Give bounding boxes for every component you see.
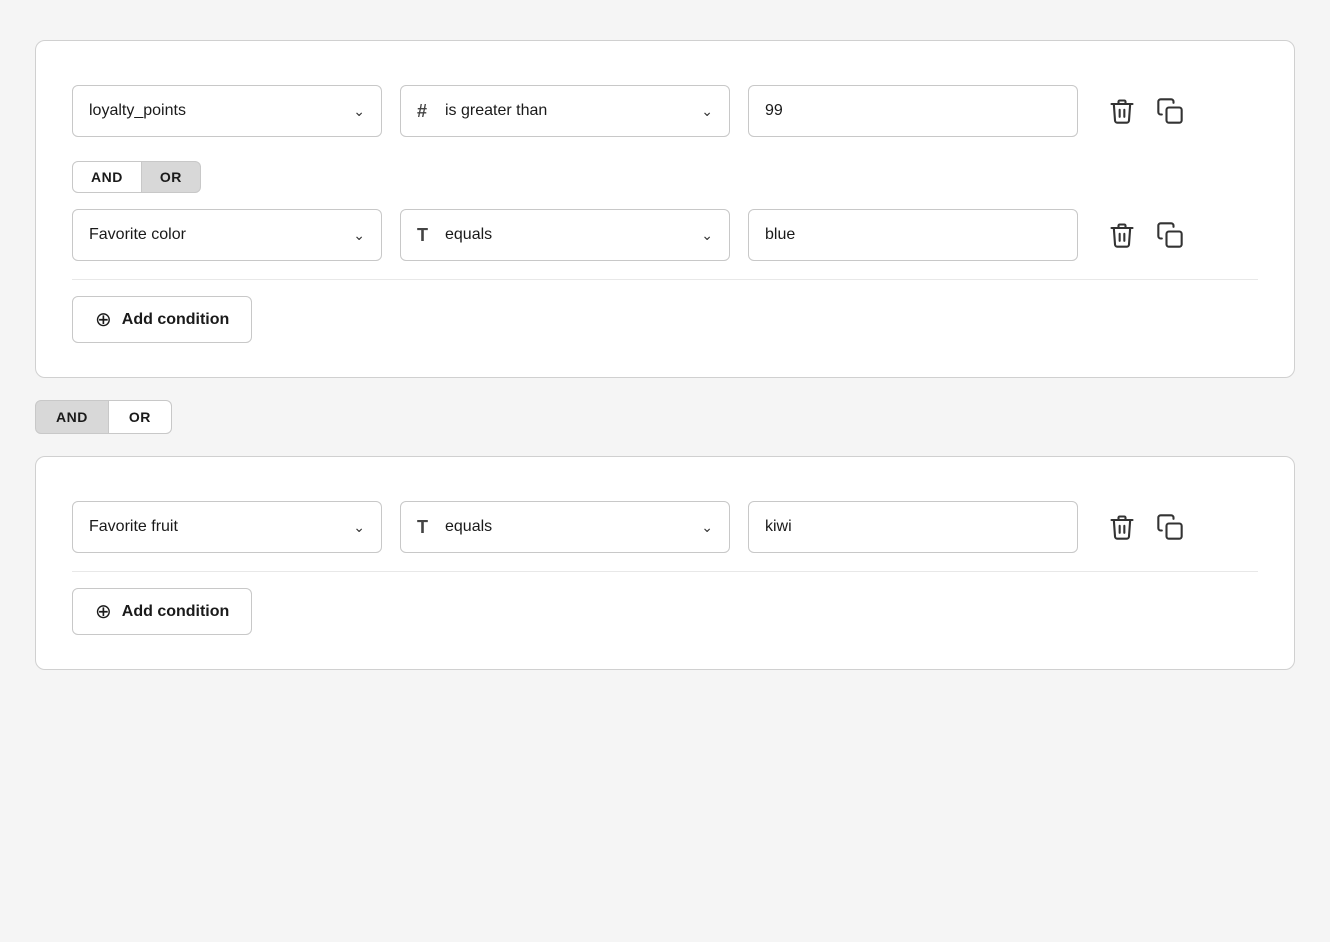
- condition-row-1: loyalty_points ⌄ # is greater than ⌄: [72, 71, 1258, 151]
- chevron-down-icon-6: ⌄: [701, 519, 713, 536]
- plus-circle-icon-1: ⊕: [95, 307, 112, 332]
- inline-logic-toggle-1: AND OR: [72, 151, 1258, 195]
- action-icons-2: [1104, 217, 1188, 253]
- field-dropdown-2[interactable]: Favorite color ⌄: [72, 209, 382, 261]
- add-condition-row-1: ⊕ Add condition: [72, 279, 1258, 347]
- add-condition-button-2[interactable]: ⊕ Add condition: [72, 588, 252, 635]
- operator-type-icon-3: T: [417, 517, 435, 538]
- value-input-2[interactable]: [748, 209, 1078, 261]
- field-dropdown-3[interactable]: Favorite fruit ⌄: [72, 501, 382, 553]
- value-input-1[interactable]: [748, 85, 1078, 137]
- add-condition-row-2: ⊕ Add condition: [72, 571, 1258, 639]
- operator-label-2: T equals: [417, 225, 492, 246]
- copy-button-2[interactable]: [1152, 217, 1188, 253]
- operator-text-3: equals: [445, 518, 492, 536]
- group-logic-toggle: AND OR: [35, 400, 1295, 434]
- add-condition-label-1: Add condition: [122, 311, 230, 329]
- operator-type-icon-1: #: [417, 101, 435, 122]
- add-condition-button-1[interactable]: ⊕ Add condition: [72, 296, 252, 343]
- condition-group-1: loyalty_points ⌄ # is greater than ⌄: [35, 40, 1295, 378]
- chevron-down-icon-3: ⌄: [353, 227, 365, 244]
- operator-dropdown-3[interactable]: T equals ⌄: [400, 501, 730, 553]
- operator-type-icon-2: T: [417, 225, 435, 246]
- condition-group-2: Favorite fruit ⌄ T equals ⌄: [35, 456, 1295, 670]
- inline-or-button-1[interactable]: OR: [142, 161, 201, 193]
- field-label-2: Favorite color: [89, 226, 186, 244]
- operator-label-1: # is greater than: [417, 101, 547, 122]
- delete-button-3[interactable]: [1104, 509, 1140, 545]
- operator-dropdown-1[interactable]: # is greater than ⌄: [400, 85, 730, 137]
- plus-circle-icon-2: ⊕: [95, 599, 112, 624]
- chevron-down-icon: ⌄: [353, 103, 365, 120]
- group-or-button[interactable]: OR: [109, 400, 172, 434]
- chevron-down-icon-2: ⌄: [701, 103, 713, 120]
- operator-text-1: is greater than: [445, 102, 547, 120]
- page-wrapper: loyalty_points ⌄ # is greater than ⌄: [35, 40, 1295, 670]
- field-label-1: loyalty_points: [89, 102, 186, 120]
- copy-button-1[interactable]: [1152, 93, 1188, 129]
- operator-text-2: equals: [445, 226, 492, 244]
- chevron-down-icon-5: ⌄: [353, 519, 365, 536]
- action-icons-1: [1104, 93, 1188, 129]
- operator-dropdown-2[interactable]: T equals ⌄: [400, 209, 730, 261]
- condition-row-2: Favorite color ⌄ T equals ⌄: [72, 195, 1258, 275]
- field-label-3: Favorite fruit: [89, 518, 178, 536]
- delete-button-1[interactable]: [1104, 93, 1140, 129]
- action-icons-3: [1104, 509, 1188, 545]
- group-and-button[interactable]: AND: [35, 400, 109, 434]
- field-dropdown-1[interactable]: loyalty_points ⌄: [72, 85, 382, 137]
- delete-button-2[interactable]: [1104, 217, 1140, 253]
- value-input-3[interactable]: [748, 501, 1078, 553]
- copy-button-3[interactable]: [1152, 509, 1188, 545]
- inline-and-button-1[interactable]: AND: [72, 161, 142, 193]
- operator-label-3: T equals: [417, 517, 492, 538]
- chevron-down-icon-4: ⌄: [701, 227, 713, 244]
- condition-row-3: Favorite fruit ⌄ T equals ⌄: [72, 487, 1258, 567]
- add-condition-label-2: Add condition: [122, 603, 230, 621]
